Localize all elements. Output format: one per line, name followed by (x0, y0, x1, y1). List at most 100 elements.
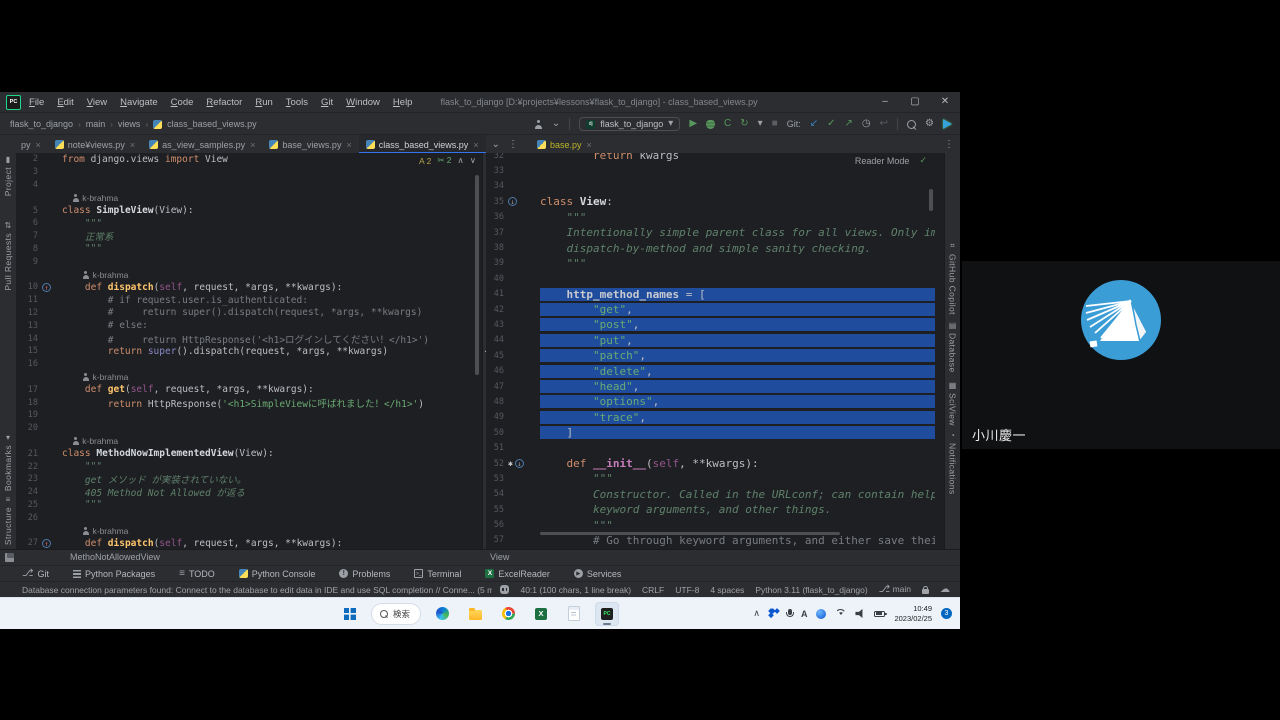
code-line[interactable]: 20 (16, 422, 482, 435)
breadcrumb-item[interactable]: flask_to_django (10, 119, 73, 129)
code-line[interactable]: 55 keyword arguments, and other things. (486, 502, 935, 517)
settings-button[interactable]: ⚙ (925, 119, 934, 129)
code-line[interactable]: 26 (16, 511, 482, 524)
sidebar-item-notifications[interactable]: ◔Notifications (945, 431, 960, 495)
code-line[interactable]: k-brahma (16, 191, 482, 204)
code-line[interactable]: 15 return super().dispatch(request, *arg… (16, 345, 482, 358)
tab-py[interactable]: py× (14, 135, 48, 154)
stop-button[interactable]: ■ (772, 119, 778, 129)
sidebar-item-structure[interactable]: ≡Structure (0, 495, 16, 545)
code-line[interactable]: 49 "trace", (486, 410, 935, 425)
right-tabs-more-icon[interactable]: ⋮ (944, 140, 954, 150)
pycharm-logo-icon[interactable]: PC (6, 95, 21, 110)
code-line[interactable]: 2from django.views import View (16, 153, 482, 166)
code-line[interactable]: 8 """ (16, 243, 482, 256)
code-line[interactable]: 4 (16, 179, 482, 192)
dropbox-icon[interactable] (769, 609, 779, 618)
code-line[interactable]: 22 """ (16, 460, 482, 473)
cloud-sync-icon[interactable]: ☁ (940, 585, 950, 595)
code-line[interactable]: 12 # return super().dispatch(request, *a… (16, 307, 482, 320)
code-line[interactable]: 21class MethodNowImplementedView(View): (16, 447, 482, 460)
menu-view[interactable]: View (87, 97, 107, 108)
run-configuration-select[interactable]: djflask_to_django▾ (579, 117, 680, 131)
notification-badge[interactable]: 3 (941, 608, 952, 619)
left-editor[interactable]: 2from django.views import View34 k-brahm… (16, 153, 482, 549)
tab-base-py[interactable]: base.py× (530, 135, 599, 154)
debug-button[interactable] (706, 120, 715, 129)
tray-chevron-up-icon[interactable]: ∧ (753, 608, 760, 619)
wifi-icon[interactable] (835, 609, 846, 618)
code-line[interactable]: 45 "patch", (486, 348, 935, 363)
code-line[interactable]: 6 """ (16, 217, 482, 230)
maximize-button[interactable]: ▢ (900, 92, 930, 112)
code-line[interactable]: 18 return HttpResponse('<h1>SimpleViewに呼… (16, 396, 482, 409)
menu-code[interactable]: Code (171, 97, 194, 108)
user-profile-icon[interactable] (534, 120, 543, 129)
code-line[interactable]: 43 "post", (486, 317, 935, 332)
code-line[interactable]: 14 # return HttpResponse('<h1>ログインしてください… (16, 332, 482, 345)
code-line[interactable]: 54 Constructor. Called in the URLconf; c… (486, 487, 935, 502)
sidebar-item-sciview[interactable]: ▦SciView (945, 381, 960, 426)
override-marker-icon[interactable]: ↑ (42, 539, 51, 548)
code-line[interactable]: 56 """ (486, 517, 935, 532)
reader-mode-toggle[interactable]: Reader Mode ✓ (855, 155, 927, 166)
code-line[interactable]: 16 (16, 358, 482, 371)
code-line[interactable]: 9 (16, 255, 482, 268)
profiler-chevron-icon[interactable]: ▾ (758, 119, 763, 129)
code-line[interactable]: 40 (486, 271, 935, 286)
tabs-chevron-icon[interactable]: ⌄ (492, 140, 500, 150)
microphone-icon[interactable] (788, 609, 792, 615)
code-line[interactable]: 53 """ (486, 471, 935, 486)
tool-window-button-excelreader[interactable]: XExcelReader (485, 569, 550, 579)
code-line[interactable]: 3 (16, 166, 482, 179)
typo-count[interactable]: ✂ 2 (437, 155, 451, 166)
tab-close-icon[interactable]: × (250, 140, 255, 150)
override-marker-icon[interactable]: ↑ (42, 283, 51, 292)
breadcrumb-item[interactable]: class_based_views.py (167, 119, 257, 129)
tab-note-views-py[interactable]: note¥views.py× (48, 135, 142, 154)
code-line[interactable]: 7 正常系 (16, 230, 482, 243)
code-line[interactable]: 44 "put", (486, 333, 935, 348)
lock-icon[interactable] (922, 589, 929, 594)
battery-icon[interactable] (874, 611, 885, 617)
code-line[interactable]: 23 get メソッド が実装されていない。 (16, 473, 482, 486)
notepad-app-icon[interactable] (562, 602, 586, 626)
copilot-status-icon[interactable] (500, 585, 509, 594)
code-line[interactable]: 57 # Go through keyword arguments, and e… (486, 533, 935, 548)
tab-as-view-samples-py[interactable]: as_view_samples.py× (142, 135, 262, 154)
code-line[interactable]: 51 (486, 440, 935, 455)
pycharm-app-icon[interactable]: PC (595, 602, 619, 626)
copilot-orb-icon[interactable] (816, 609, 826, 619)
sidebar-item-bookmarks[interactable]: ▾Bookmarks (0, 433, 16, 491)
sidebar-item-database[interactable]: ▤Database (945, 321, 960, 373)
code-line[interactable]: 24 405 Method Not Allowed が返る (16, 486, 482, 499)
code-line[interactable]: 39 """ (486, 256, 935, 271)
git-update-button[interactable]: ↙ (810, 119, 818, 129)
profile-chevron-icon[interactable]: ⌄ (552, 119, 560, 129)
code-line[interactable]: 46 "delete", (486, 363, 935, 378)
run-button[interactable]: ▶ (689, 119, 697, 129)
tabs-more-icon[interactable]: ⋮ (508, 140, 518, 150)
tool-window-button-git[interactable]: ⎇Git (22, 569, 49, 579)
code-line[interactable]: 13 # else: (16, 319, 482, 332)
left-editor-breadcrumb[interactable]: MethoNotAllowedView (70, 552, 160, 562)
next-problem-icon[interactable]: ∨ (470, 155, 476, 166)
code-line[interactable]: 27↑ def dispatch(self, request, *args, *… (16, 537, 482, 549)
status-message[interactable]: Database connection parameters found: Co… (22, 585, 492, 595)
tool-window-button-services[interactable]: ▶Services (574, 569, 622, 579)
code-line[interactable]: 5class SimpleView(View): (16, 204, 482, 217)
indent-style[interactable]: 4 spaces (710, 585, 744, 595)
coverage-button[interactable]: C (724, 119, 731, 129)
chrome-app-icon[interactable] (496, 602, 520, 626)
code-line[interactable]: 25 """ (16, 499, 482, 512)
code-line[interactable]: 35↓class View: (486, 194, 935, 209)
tab-close-icon[interactable]: × (130, 140, 135, 150)
line-ending[interactable]: CRLF (642, 585, 664, 595)
menu-navigate[interactable]: Navigate (120, 97, 158, 108)
right-editor-content[interactable]: 32 return kwargs333435↓class View:36 """… (486, 153, 935, 548)
search-everywhere-button[interactable] (907, 120, 916, 129)
right-editor-breadcrumb[interactable]: View (490, 552, 509, 562)
code-line[interactable]: 42 "get", (486, 302, 935, 317)
tab-class-based-views-py[interactable]: class_based_views.py× (359, 135, 486, 154)
start-button[interactable] (338, 602, 362, 626)
